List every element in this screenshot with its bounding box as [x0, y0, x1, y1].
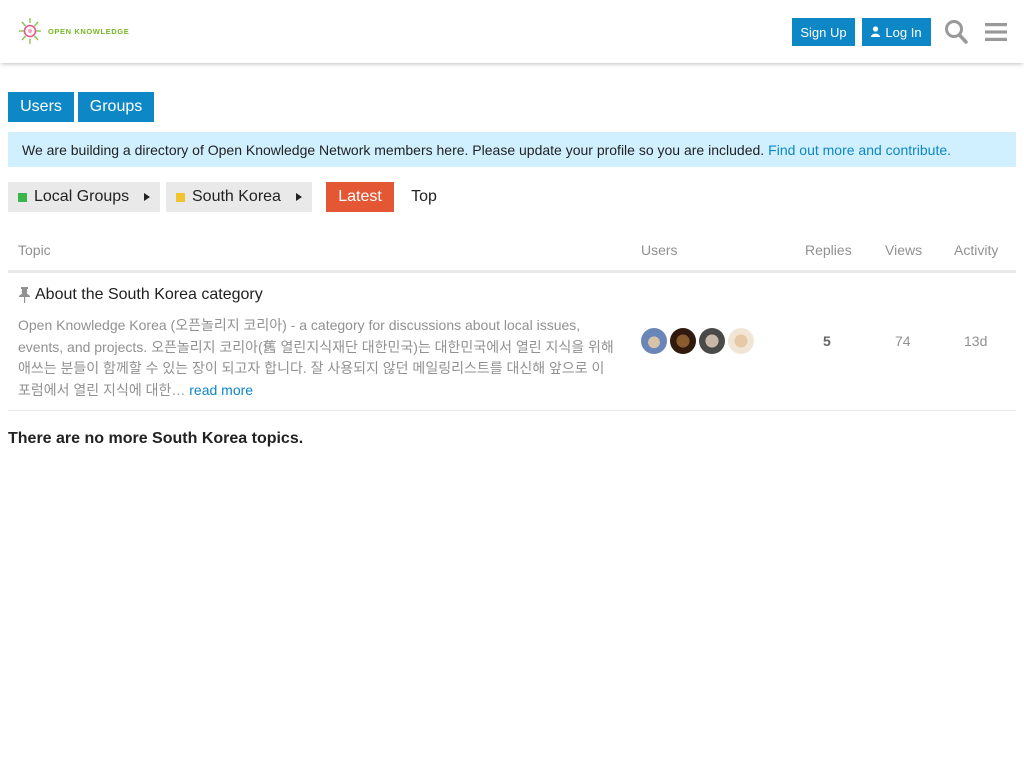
column-header-users: Users	[641, 242, 678, 258]
table-row-divider	[8, 410, 1016, 411]
caret-right-icon	[296, 193, 302, 201]
site-header: OPEN KNOWLEDGE Sign Up Log In	[0, 0, 1024, 63]
banner-link[interactable]: Find out more and contribute.	[768, 142, 951, 158]
tab-latest[interactable]: Latest	[326, 182, 394, 212]
topic-title-link[interactable]: About the South Korea category	[35, 286, 263, 304]
category-label: Local Groups	[34, 188, 130, 205]
avatar[interactable]	[728, 328, 754, 354]
no-more-topics-message: There are no more South Korea topics.	[8, 430, 304, 447]
topic-excerpt: Open Knowledge Korea (오픈놀리지 코리아) - a cat…	[18, 315, 618, 401]
column-header-activity[interactable]: Activity	[954, 242, 998, 258]
groups-nav-button[interactable]: Groups	[78, 92, 154, 122]
hamburger-menu-icon[interactable]	[984, 20, 1008, 44]
column-header-topic: Topic	[18, 242, 51, 258]
log-in-button[interactable]: Log In	[862, 18, 931, 46]
topic-views-count: 74	[895, 333, 911, 349]
category-label: South Korea	[192, 188, 281, 205]
sign-up-button[interactable]: Sign Up	[792, 18, 855, 46]
tab-top[interactable]: Top	[402, 182, 446, 212]
caret-right-icon	[144, 193, 150, 201]
category-color-square	[176, 192, 185, 202]
announcement-banner: We are building a directory of Open Know…	[8, 132, 1016, 167]
topic-excerpt-text: Open Knowledge Korea (오픈놀리지 코리아) - a cat…	[18, 317, 614, 398]
category-dropdown-south-korea[interactable]: South Korea	[166, 182, 312, 212]
read-more-link[interactable]: read more	[189, 382, 253, 398]
site-logo[interactable]: OPEN KNOWLEDGE	[18, 17, 129, 45]
log-in-label: Log In	[885, 24, 922, 40]
topic-activity-age[interactable]: 13d	[964, 333, 987, 349]
category-color-square	[18, 192, 27, 202]
avatar[interactable]	[670, 328, 696, 354]
users-nav-button[interactable]: Users	[8, 92, 74, 122]
pin-icon	[19, 287, 30, 303]
logo-mark-icon	[19, 18, 41, 44]
column-header-views[interactable]: Views	[885, 242, 922, 258]
banner-text: We are building a directory of Open Know…	[22, 141, 765, 158]
avatar[interactable]	[641, 328, 667, 354]
avatar[interactable]	[699, 328, 725, 354]
column-header-replies[interactable]: Replies	[805, 242, 852, 258]
category-dropdown-local-groups[interactable]: Local Groups	[8, 182, 160, 212]
search-icon[interactable]	[944, 19, 968, 45]
user-icon	[871, 25, 881, 40]
topic-replies-count: 5	[823, 333, 831, 349]
table-header-divider	[8, 270, 1016, 273]
logo-text: OPEN KNOWLEDGE	[48, 26, 130, 36]
